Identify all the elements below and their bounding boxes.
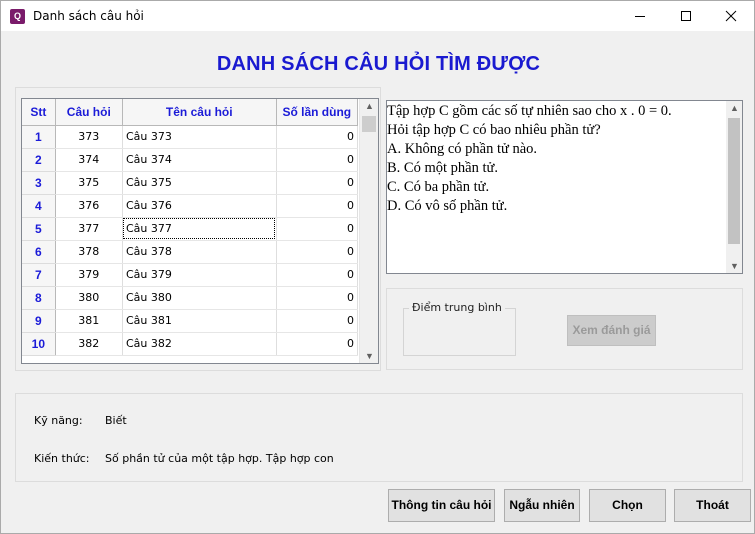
- row-number[interactable]: 3: [22, 171, 56, 195]
- table-row[interactable]: 8 380 Câu 380 0: [22, 286, 359, 310]
- row-number[interactable]: 4: [22, 194, 56, 218]
- scroll-up-arrow-icon[interactable]: ▲: [730, 103, 739, 113]
- scroll-up-arrow-icon[interactable]: ▲: [365, 101, 374, 111]
- close-icon: [725, 10, 737, 22]
- average-score-group: [403, 308, 516, 356]
- usage-count-cell[interactable]: 0: [276, 263, 359, 287]
- question-vertical-scrollbar[interactable]: ▲ ▼: [726, 101, 742, 273]
- table-row[interactable]: 7 379 Câu 379 0: [22, 263, 359, 287]
- usage-count-cell[interactable]: 0: [276, 240, 359, 264]
- column-header-question-name[interactable]: Tên câu hỏi: [122, 99, 277, 126]
- question-name-cell[interactable]: Câu 376: [122, 194, 277, 218]
- question-line: Hỏi tập hợp C có bao nhiêu phần tử?: [387, 122, 601, 138]
- random-button[interactable]: Ngẫu nhiên: [504, 489, 580, 522]
- answer-option-d: D. Có vô số phần tử.: [387, 198, 508, 214]
- usage-count-cell[interactable]: 0: [276, 332, 359, 356]
- table-row[interactable]: 6 378 Câu 378 0: [22, 240, 359, 264]
- question-line: Tập hợp C gồm các số tự nhiên sao cho x …: [387, 103, 672, 119]
- row-number[interactable]: 2: [22, 148, 56, 172]
- row-number[interactable]: 7: [22, 263, 56, 287]
- scroll-down-arrow-icon[interactable]: ▼: [365, 351, 374, 361]
- question-text-box[interactable]: Tập hợp C gồm các số tự nhiên sao cho x …: [386, 100, 743, 274]
- question-name-cell[interactable]: Câu 382: [122, 332, 277, 356]
- grid-scroll-thumb[interactable]: [362, 116, 376, 132]
- title-bar[interactable]: Q Danh sách câu hỏi: [1, 1, 754, 31]
- question-name-cell[interactable]: Câu 381: [122, 309, 277, 333]
- answer-option-a: A. Không có phần tử nào.: [387, 141, 538, 157]
- grid-vertical-scrollbar[interactable]: ▲ ▼: [359, 99, 378, 363]
- question-info-button[interactable]: Thông tin câu hỏi: [388, 489, 495, 522]
- question-id-cell[interactable]: 381: [55, 309, 123, 333]
- maximize-button[interactable]: [663, 1, 709, 31]
- column-header-usage-count[interactable]: Số lần dùng: [276, 99, 359, 126]
- question-grid[interactable]: Stt Câu hỏi Tên câu hỏi Số lần dùng 1 37…: [21, 98, 379, 364]
- question-id-cell[interactable]: 379: [55, 263, 123, 287]
- table-row[interactable]: 10 382 Câu 382 0: [22, 332, 359, 356]
- question-name-cell-focused[interactable]: Câu 377: [122, 217, 277, 241]
- question-name-cell[interactable]: Câu 379: [122, 263, 277, 287]
- question-name-cell[interactable]: Câu 378: [122, 240, 277, 264]
- row-number[interactable]: 5: [22, 217, 56, 241]
- table-row[interactable]: 1 373 Câu 373 0: [22, 125, 359, 149]
- usage-count-cell[interactable]: 0: [276, 125, 359, 149]
- average-score-label: Điểm trung bình: [409, 301, 505, 314]
- minimize-button[interactable]: [617, 1, 663, 31]
- question-id-cell[interactable]: 378: [55, 240, 123, 264]
- question-name-cell[interactable]: Câu 373: [122, 125, 277, 149]
- question-name-cell[interactable]: Câu 375: [122, 171, 277, 195]
- usage-count-cell[interactable]: 0: [276, 286, 359, 310]
- window-title: Danh sách câu hỏi: [33, 9, 144, 23]
- exit-button[interactable]: Thoát: [674, 489, 751, 522]
- question-id-cell[interactable]: 377: [55, 217, 123, 241]
- question-id-cell[interactable]: 375: [55, 171, 123, 195]
- question-id-cell[interactable]: 382: [55, 332, 123, 356]
- grid-header-row: Stt Câu hỏi Tên câu hỏi Số lần dùng: [22, 99, 359, 126]
- table-row[interactable]: 4 376 Câu 376 0: [22, 194, 359, 218]
- app-icon: Q: [10, 9, 25, 24]
- question-id-cell[interactable]: 374: [55, 148, 123, 172]
- table-row[interactable]: 9 381 Câu 381 0: [22, 309, 359, 333]
- skill-label: Kỹ năng:: [34, 414, 83, 427]
- close-button[interactable]: [708, 1, 754, 31]
- table-row[interactable]: 2 374 Câu 374 0: [22, 148, 359, 172]
- choose-button[interactable]: Chọn: [589, 489, 666, 522]
- question-table: Stt Câu hỏi Tên câu hỏi Số lần dùng 1 37…: [22, 99, 359, 356]
- question-id-cell[interactable]: 380: [55, 286, 123, 310]
- row-number[interactable]: 6: [22, 240, 56, 264]
- row-number[interactable]: 1: [22, 125, 56, 149]
- info-panel: [15, 393, 743, 482]
- skill-value: Biết: [105, 414, 127, 427]
- knowledge-label: Kiến thức:: [34, 452, 90, 465]
- answer-option-c: C. Có ba phần tử.: [387, 179, 490, 195]
- row-number[interactable]: 10: [22, 332, 56, 356]
- question-id-cell[interactable]: 376: [55, 194, 123, 218]
- page-heading: DANH SÁCH CÂU HỎI TÌM ĐƯỢC: [216, 53, 541, 75]
- app-window: Q Danh sách câu hỏi DANH SÁCH CÂU HỎI TÌ…: [0, 0, 755, 534]
- view-evaluation-button[interactable]: Xem đánh giá: [567, 315, 656, 346]
- answer-option-b: B. Có một phần tử.: [387, 160, 498, 176]
- minimize-icon: [635, 16, 645, 17]
- usage-count-cell[interactable]: 0: [276, 194, 359, 218]
- column-header-question-id[interactable]: Câu hỏi: [55, 99, 123, 126]
- maximize-icon: [681, 11, 691, 21]
- table-row[interactable]: 3 375 Câu 375 0: [22, 171, 359, 195]
- usage-count-cell[interactable]: 0: [276, 309, 359, 333]
- question-id-cell[interactable]: 373: [55, 125, 123, 149]
- row-number[interactable]: 9: [22, 309, 56, 333]
- scroll-down-arrow-icon[interactable]: ▼: [730, 261, 739, 271]
- row-number[interactable]: 8: [22, 286, 56, 310]
- question-name-cell[interactable]: Câu 380: [122, 286, 277, 310]
- usage-count-cell[interactable]: 0: [276, 171, 359, 195]
- question-content: Tập hợp C gồm các số tự nhiên sao cho x …: [387, 102, 725, 216]
- question-name-cell[interactable]: Câu 374: [122, 148, 277, 172]
- column-header-stt[interactable]: Stt: [22, 99, 56, 126]
- knowledge-value: Số phần tử của một tập hợp. Tập hợp con: [105, 452, 334, 465]
- usage-count-cell[interactable]: 0: [276, 148, 359, 172]
- usage-count-cell[interactable]: 0: [276, 217, 359, 241]
- question-scroll-thumb[interactable]: [728, 118, 740, 244]
- table-row-selected[interactable]: 5 377 Câu 377 0: [22, 217, 359, 241]
